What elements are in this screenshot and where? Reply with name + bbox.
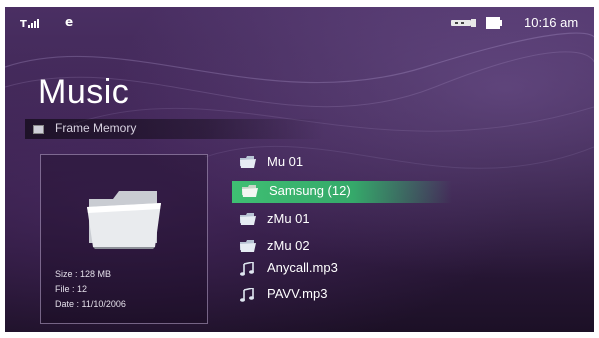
folder-size: Size : 128 MB xyxy=(55,269,112,279)
list-item[interactable]: PAVV.mp3 xyxy=(230,284,460,306)
folder-icon xyxy=(240,156,256,168)
signal-strength-icon: T xyxy=(20,19,39,29)
list-item-label: zMu 02 xyxy=(267,238,310,253)
folder-info-panel: Size : 128 MB File : 12 Date : 11/10/200… xyxy=(40,154,208,324)
music-note-icon xyxy=(240,288,254,302)
list-item[interactable]: Anycall.mp3 xyxy=(230,258,460,280)
folder-date: Date : 11/10/2006 xyxy=(55,299,126,309)
list-item-label: Mu 01 xyxy=(267,154,304,169)
folder-icon xyxy=(240,240,256,252)
memory-card-icon xyxy=(33,125,44,134)
battery-icon xyxy=(486,17,502,29)
svg-text:T: T xyxy=(20,19,27,29)
list-item[interactable]: zMu 02 xyxy=(230,236,460,258)
list-item[interactable]: zMu 01 xyxy=(230,209,460,231)
list-item-label: zMu 01 xyxy=(267,211,310,226)
folder-icon xyxy=(240,213,256,225)
music-screen: T e 10:16 am Music Frame Memory Size: 1… xyxy=(5,7,594,332)
clock: 10:16 am xyxy=(524,15,579,30)
page-title: Music xyxy=(38,73,130,111)
status-bar: T e 10:16 am xyxy=(5,7,594,39)
list-item-selected[interactable]: Samsung (12) xyxy=(232,181,452,203)
list-item[interactable]: Mu 01 xyxy=(230,152,460,174)
list-item-label: PAVV.mp3 xyxy=(267,286,328,301)
music-note-icon xyxy=(240,262,254,276)
folder-file-count: File : 12 xyxy=(55,284,88,294)
folder-icon xyxy=(242,185,258,197)
storage-selector[interactable]: Frame Memory xyxy=(25,119,325,139)
list-item-label: Samsung (12) xyxy=(269,183,351,198)
list-item-label: Anycall.mp3 xyxy=(267,260,338,275)
edge-network-icon: e xyxy=(65,15,74,29)
folder-icon xyxy=(87,191,161,249)
usb-connection-icon xyxy=(451,19,476,27)
storage-label: Frame Memory xyxy=(55,121,137,135)
